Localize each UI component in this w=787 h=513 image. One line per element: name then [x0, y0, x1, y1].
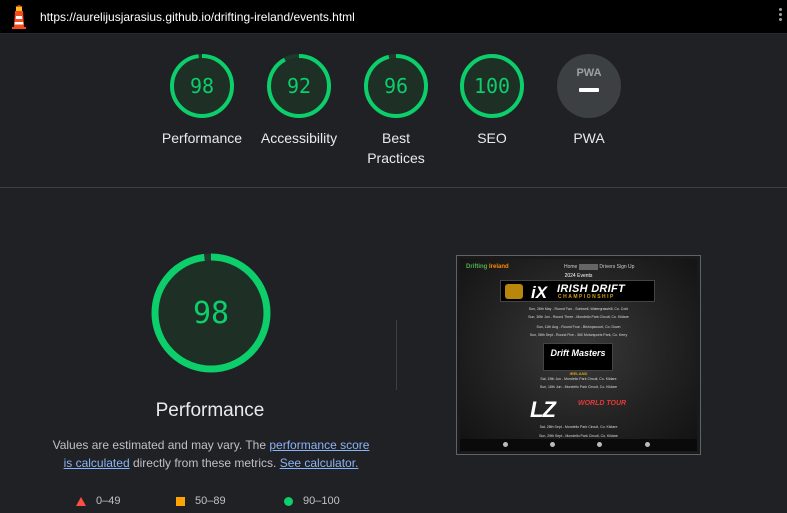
- gauge-ring: 92: [267, 54, 331, 118]
- gauge-score: 98: [190, 74, 214, 98]
- legend-pass: 90–100: [284, 494, 340, 508]
- top-bar: https://aurelijusjarasius.github.io/drif…: [0, 0, 787, 34]
- event-line: Sun, 08th Sept - Round Five - 360 Motors…: [529, 333, 628, 337]
- score-gauges: 98 Performance 92 Accessibility 96 Best …: [0, 34, 787, 187]
- screenshot-brand: Drifting Ireland: [466, 264, 509, 270]
- event-line: Sun, 16th Jun - Mondello Park Circuit, C…: [539, 385, 618, 389]
- facebook-icon: [503, 442, 508, 447]
- lighthouse-icon: [12, 5, 26, 29]
- screenshot-footer: [460, 439, 697, 451]
- gauge-accessibility[interactable]: 92 Accessibility: [249, 52, 349, 148]
- performance-score-link[interactable]: performance score: [269, 438, 369, 452]
- screenshot-page: Drifting Ireland Home Events Drivers Sig…: [460, 259, 697, 451]
- final-screenshot[interactable]: Drifting Ireland Home Events Drivers Sig…: [456, 255, 701, 455]
- event-line: Sat, 15th Jun - Mondello Park Circuit, C…: [540, 377, 617, 381]
- see-calculator-link[interactable]: See calculator.: [280, 456, 359, 470]
- lz-world-tour-logo: LZ WORLD TOUR: [530, 397, 627, 422]
- event-line: Sun, 26th May - Round Two - Sorkwell, Wa…: [528, 307, 629, 311]
- square-icon: [176, 496, 185, 506]
- gauge-performance[interactable]: 98 Performance: [152, 52, 252, 148]
- gauge-pwa[interactable]: PWA PWA: [539, 52, 639, 148]
- event-line: Sun, 11th Aug - Round Four - Bishopscour…: [536, 325, 621, 329]
- pwa-badge-icon: PWA: [557, 54, 621, 118]
- legend-fail: 0–49: [76, 494, 120, 508]
- gauge-label: Performance: [161, 130, 243, 146]
- anniversary-badge-icon: [505, 284, 523, 299]
- drift-masters-country: IRELAND: [569, 371, 588, 376]
- gauge-ring: 96: [364, 54, 428, 118]
- idc-logo: iX IRISH DRIFT CHAMPIONSHIP: [500, 280, 655, 302]
- note-text-middle: directly from these metrics.: [132, 456, 277, 470]
- gauge-score: 92: [287, 74, 311, 98]
- page-url: https://aurelijusjarasius.github.io/drif…: [40, 10, 355, 24]
- gauge-label-line1: Best: [381, 130, 410, 146]
- gauge-label: PWA: [573, 130, 605, 146]
- instagram-icon: [550, 442, 555, 447]
- event-line: Sat, 28th Sept - Mondello Park Circuit, …: [539, 425, 618, 429]
- legend-range: 50–89: [195, 495, 226, 507]
- gauge-best-practices[interactable]: 96 Best Practices: [346, 52, 446, 168]
- youtube-icon: [645, 442, 650, 447]
- gauge-ring: 100: [460, 54, 524, 118]
- gauge-score: 100: [474, 74, 510, 98]
- gauge-label: Best Practices: [346, 128, 446, 168]
- performance-gauge: 98: [151, 253, 271, 373]
- kebab-menu-icon[interactable]: [776, 8, 784, 28]
- section-divider: [0, 187, 787, 188]
- screenshot-nav-links: Home Events Drivers Sign Up: [564, 264, 635, 270]
- is-calculated-link[interactable]: is calculated: [64, 456, 130, 470]
- event-line: Sun, 30th Jun - Round Three - Mondello P…: [528, 315, 629, 319]
- vertical-separator: [396, 320, 397, 390]
- gauge-ring: 98: [170, 54, 234, 118]
- circle-icon: [284, 496, 293, 506]
- performance-note: Values are estimated and may vary. The p…: [40, 436, 382, 472]
- performance-title: Performance: [155, 400, 265, 421]
- gauge-label: SEO: [477, 130, 507, 146]
- drift-masters-logo: Drift Masters: [543, 343, 613, 371]
- legend-average: 50–89: [176, 494, 226, 508]
- tiktok-icon: [597, 442, 602, 447]
- gauge-seo[interactable]: 100 SEO: [442, 52, 542, 148]
- gauge-label-line2: Practices: [367, 150, 425, 166]
- triangle-icon: [76, 496, 86, 506]
- gauge-score: 96: [384, 74, 408, 98]
- legend-range: 90–100: [303, 495, 340, 507]
- performance-score: 98: [193, 296, 229, 331]
- pwa-badge-text: PWA: [576, 67, 601, 79]
- legend-range: 0–49: [96, 495, 121, 507]
- event-line: Sun, 29th Sept - Mondello Park Circuit, …: [539, 434, 618, 438]
- gauge-label: Accessibility: [260, 130, 338, 146]
- screenshot-heading: 2024 Events: [564, 273, 593, 279]
- note-text: Values are estimated and may vary. The: [52, 438, 267, 452]
